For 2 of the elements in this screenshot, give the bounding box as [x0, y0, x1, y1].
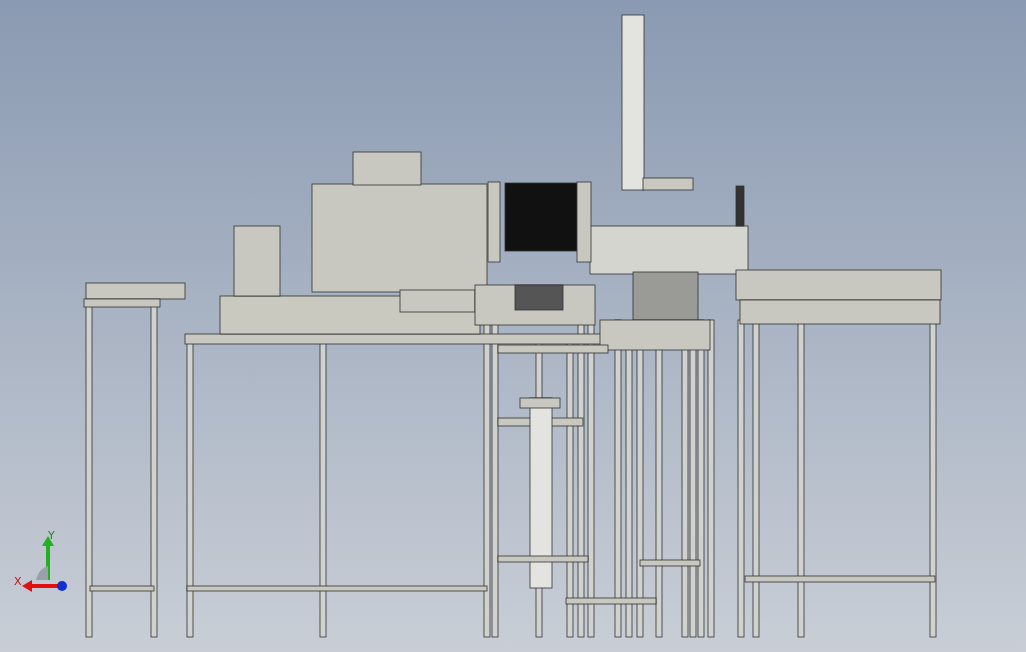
axis-label: Y: [48, 530, 55, 541]
axis-label: X: [14, 576, 22, 587]
